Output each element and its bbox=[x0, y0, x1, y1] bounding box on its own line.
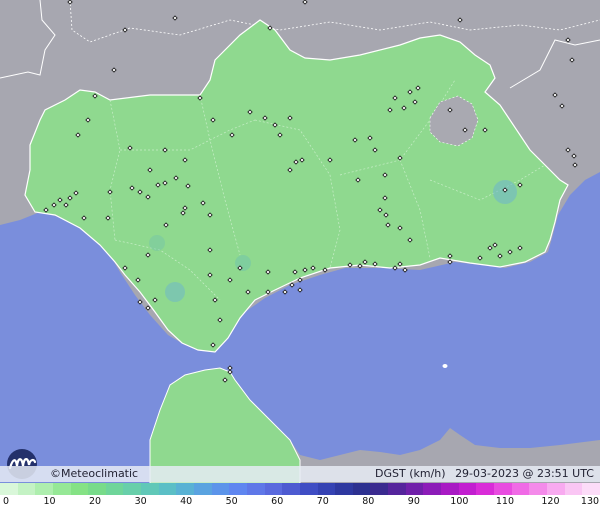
scale-tick-label: 40 bbox=[180, 496, 193, 507]
scale-tick-label: 0 bbox=[2, 496, 10, 507]
scale-swatch bbox=[105, 483, 124, 495]
scale-tick-label: 60 bbox=[271, 496, 284, 507]
scale-tick-label: 10 bbox=[43, 496, 56, 507]
scale-swatch bbox=[17, 483, 36, 495]
scale-swatch bbox=[194, 483, 212, 495]
scale-swatch bbox=[564, 483, 583, 495]
alboran-island bbox=[442, 364, 448, 368]
scale-tick-label: 50 bbox=[225, 496, 238, 507]
scale-tick-label: 110 bbox=[495, 496, 514, 507]
scale-swatch bbox=[141, 483, 159, 495]
scale-swatch bbox=[299, 483, 318, 495]
scale-tick-label: 90 bbox=[407, 496, 420, 507]
scale-swatch bbox=[264, 483, 283, 495]
scale-tick-label: 100 bbox=[450, 496, 469, 507]
scale-tick-label: 20 bbox=[89, 496, 102, 507]
scale-swatch bbox=[423, 483, 442, 495]
scale-swatch bbox=[546, 483, 565, 495]
scale-swatch bbox=[476, 483, 494, 495]
scale-swatch bbox=[88, 483, 106, 495]
scale-swatch bbox=[370, 483, 389, 495]
scale-tick-label: 130 bbox=[580, 496, 600, 507]
scale-swatch bbox=[123, 483, 142, 495]
scale-swatch bbox=[211, 483, 230, 495]
scale-swatch bbox=[405, 483, 424, 495]
scale-swatch bbox=[582, 483, 600, 495]
scale-swatch bbox=[529, 483, 547, 495]
scale-swatch bbox=[158, 483, 177, 495]
scale-swatch bbox=[441, 483, 459, 495]
scale-swatch bbox=[352, 483, 371, 495]
scale-swatch bbox=[0, 483, 18, 495]
scale-swatch bbox=[335, 483, 353, 495]
scale-tick-label: 120 bbox=[541, 496, 560, 507]
scale-tick-label: 80 bbox=[362, 496, 375, 507]
scale-swatch bbox=[229, 483, 247, 495]
scale-swatch bbox=[317, 483, 336, 495]
map-caption: DGST (km/h) 29-03-2023 @ 23:51 UTC bbox=[369, 467, 594, 480]
variable-label: DGST (km/h) bbox=[375, 467, 446, 480]
scale-swatch bbox=[35, 483, 53, 495]
scale-swatch bbox=[511, 483, 530, 495]
scale-swatch bbox=[388, 483, 406, 495]
gust-spot bbox=[149, 235, 165, 251]
brand-label: ©Meteoclimatic bbox=[50, 467, 139, 480]
color-scale-bar bbox=[0, 483, 600, 495]
wind-gust-map bbox=[0, 0, 600, 483]
scale-swatch bbox=[458, 483, 477, 495]
scale-swatch bbox=[70, 483, 89, 495]
scale-tick-label: 70 bbox=[316, 496, 329, 507]
date-label: 29-03-2023 @ 23:51 UTC bbox=[455, 467, 594, 480]
gust-spot bbox=[235, 255, 251, 271]
scale-swatch bbox=[493, 483, 512, 495]
color-scale-labels: 0 10 20 30 40 50 60 70 80 90 100 110 120 130 bbox=[0, 496, 600, 514]
scale-swatch bbox=[176, 483, 195, 495]
color-scale: 0 10 20 30 40 50 60 70 80 90 100 110 120 130 bbox=[0, 483, 600, 517]
scale-swatch bbox=[282, 483, 300, 495]
gust-spot bbox=[165, 282, 185, 302]
scale-swatch bbox=[52, 483, 71, 495]
scale-tick-label: 30 bbox=[134, 496, 147, 507]
scale-swatch bbox=[246, 483, 265, 495]
